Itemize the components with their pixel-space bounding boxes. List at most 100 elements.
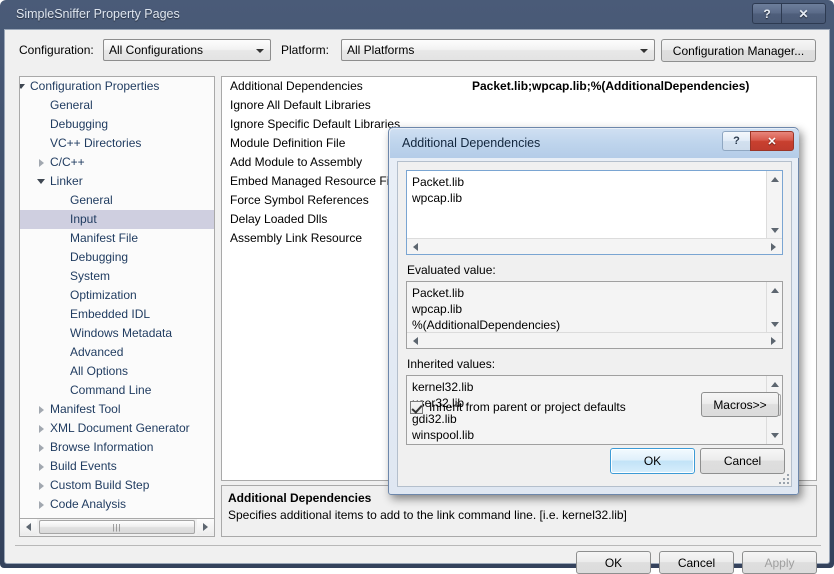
property-name: Embed Managed Resource File	[230, 174, 399, 188]
scroll-left-icon[interactable]	[20, 519, 37, 535]
triangle-expanded-icon[interactable]	[34, 172, 50, 191]
evaluated-hscrollbar[interactable]	[407, 332, 782, 348]
configuration-combobox-value: All Configurations	[109, 43, 204, 57]
tree-item-c-c[interactable]: C/C++	[20, 153, 214, 172]
tree-item-configuration-properties[interactable]: Configuration Properties	[20, 77, 214, 96]
scroll-down-icon[interactable]	[767, 428, 782, 443]
cancel-button[interactable]: Cancel	[659, 551, 734, 574]
dialog-cancel-button[interactable]: Cancel	[700, 448, 785, 474]
dialog-help-icon[interactable]: ?	[722, 131, 750, 151]
tree-item-label: Optimization	[70, 288, 137, 302]
evaluated-value-box[interactable]: Packet.lib wpcap.lib %(AdditionalDepende…	[406, 281, 783, 349]
triangle-collapsed-icon[interactable]	[34, 495, 50, 514]
scroll-down-icon[interactable]	[767, 223, 782, 238]
scroll-up-icon[interactable]	[767, 283, 782, 298]
triangle-collapsed-icon[interactable]	[34, 438, 50, 457]
tree-item-all-options[interactable]: All Options	[20, 362, 214, 381]
triangle-collapsed-icon[interactable]	[34, 457, 50, 476]
scroll-right-icon[interactable]	[197, 519, 214, 535]
tree-item-xml-document-generator[interactable]: XML Document Generator	[20, 419, 214, 438]
footer-buttons: OK Cancel Apply	[576, 551, 817, 574]
property-value[interactable]: Packet.lib;wpcap.lib;%(AdditionalDepende…	[472, 77, 749, 96]
scroll-right-icon[interactable]	[766, 334, 781, 348]
evaluated-vscrollbar[interactable]	[766, 282, 782, 333]
inherit-defaults-label: Inherit from parent or project defaults	[429, 400, 626, 414]
tree-item-vc-directories[interactable]: VC++ Directories	[20, 134, 214, 153]
scroll-left-icon[interactable]	[408, 334, 423, 348]
tree-item-advanced[interactable]: Advanced	[20, 343, 214, 362]
tree-item-label: Windows Metadata	[70, 326, 173, 340]
tree-item-optimization[interactable]: Optimization	[20, 286, 214, 305]
triangle-collapsed-icon[interactable]	[34, 419, 50, 438]
resize-grip-icon[interactable]	[776, 471, 789, 484]
scroll-right-icon[interactable]	[766, 240, 781, 254]
scroll-up-icon[interactable]	[767, 172, 782, 187]
tree-item-debugging[interactable]: Debugging	[20, 248, 214, 267]
scroll-left-icon[interactable]	[408, 240, 423, 254]
window-client-area: Configuration: All Configurations Platfo…	[4, 29, 830, 574]
tree-item-browse-information[interactable]: Browse Information	[20, 438, 214, 457]
tree-item-windows-metadata[interactable]: Windows Metadata	[20, 324, 214, 343]
platform-label: Platform:	[281, 43, 330, 57]
tree-item-manifest-tool[interactable]: Manifest Tool	[20, 400, 214, 419]
triangle-collapsed-icon[interactable]	[34, 153, 50, 172]
window-titlebar: SimpleSniffer Property Pages ? ✕	[0, 0, 834, 31]
dialog-close-icon[interactable]: ✕	[750, 131, 794, 151]
property-row[interactable]: Additional Dependencies Packet.lib;wpcap.…	[222, 77, 816, 96]
platform-combobox[interactable]: All Platforms	[341, 39, 655, 61]
property-name: Additional Dependencies	[230, 79, 363, 93]
property-row[interactable]: Ignore All Default Libraries	[222, 96, 816, 115]
dependencies-hscrollbar[interactable]	[407, 238, 782, 254]
tree-item-custom-build-step[interactable]: Custom Build Step	[20, 476, 214, 495]
tree-item-command-line[interactable]: Command Line	[20, 381, 214, 400]
help-icon[interactable]: ?	[752, 3, 781, 24]
close-icon[interactable]: ✕	[781, 3, 826, 24]
tree-item-label: Manifest Tool	[50, 402, 121, 416]
configuration-manager-button[interactable]: Configuration Manager...	[661, 39, 816, 62]
dialog-ok-button[interactable]: OK	[610, 448, 695, 474]
scroll-down-icon[interactable]	[767, 317, 782, 332]
scroll-up-icon[interactable]	[767, 377, 782, 392]
dependencies-vscrollbar[interactable]	[766, 171, 782, 239]
tree-item-linker[interactable]: Linker	[20, 172, 214, 191]
inherit-defaults-row[interactable]: Inherit from parent or project defaults	[410, 400, 626, 414]
ok-button[interactable]: OK	[576, 551, 651, 574]
configuration-combobox[interactable]: All Configurations	[103, 39, 271, 61]
triangle-collapsed-icon[interactable]	[34, 476, 50, 495]
tree-item-manifest-file[interactable]: Manifest File	[20, 229, 214, 248]
tree-item-debugging[interactable]: Debugging	[20, 115, 214, 134]
tree-item-label: All Options	[70, 364, 129, 378]
macros-button[interactable]: Macros>>	[701, 392, 779, 417]
triangle-collapsed-icon[interactable]	[34, 400, 50, 419]
triangle-expanded-icon[interactable]	[20, 77, 30, 96]
tree-item-embedded-idl[interactable]: Embedded IDL	[20, 305, 214, 324]
inherit-defaults-checkbox[interactable]	[410, 400, 423, 414]
tree-item-label: Manifest File	[70, 231, 139, 245]
tree-item-input[interactable]: Input	[20, 210, 214, 229]
chevron-down-icon	[640, 49, 648, 53]
configuration-tree[interactable]: Configuration Properties General Debugging…	[19, 76, 215, 519]
property-name: Force Symbol References	[230, 193, 369, 207]
tree-hscroll-thumb[interactable]: |||	[39, 520, 195, 534]
tree-item-label: C/C++	[50, 155, 85, 169]
tree-item-label: Advanced	[70, 345, 124, 359]
tree-item-label: General	[70, 193, 113, 207]
tree-item-code-analysis[interactable]: Code Analysis	[20, 495, 214, 514]
property-name: Assembly Link Resource	[230, 231, 363, 245]
dependencies-textarea[interactable]: Packet.lib wpcap.lib	[406, 170, 783, 255]
tree-item-general[interactable]: General	[20, 96, 214, 115]
tree-horizontal-scrollbar[interactable]: |||	[19, 519, 215, 537]
tree-item-label: General	[50, 98, 93, 112]
tree-item-label: XML Document Generator	[50, 421, 190, 435]
dialog-caption-buttons: ? ✕	[722, 131, 794, 151]
tree-item-general[interactable]: General	[20, 191, 214, 210]
tree-item-system[interactable]: System	[20, 267, 214, 286]
tree-item-build-events[interactable]: Build Events	[20, 457, 214, 476]
tree-item-label: Code Analysis	[50, 497, 127, 511]
